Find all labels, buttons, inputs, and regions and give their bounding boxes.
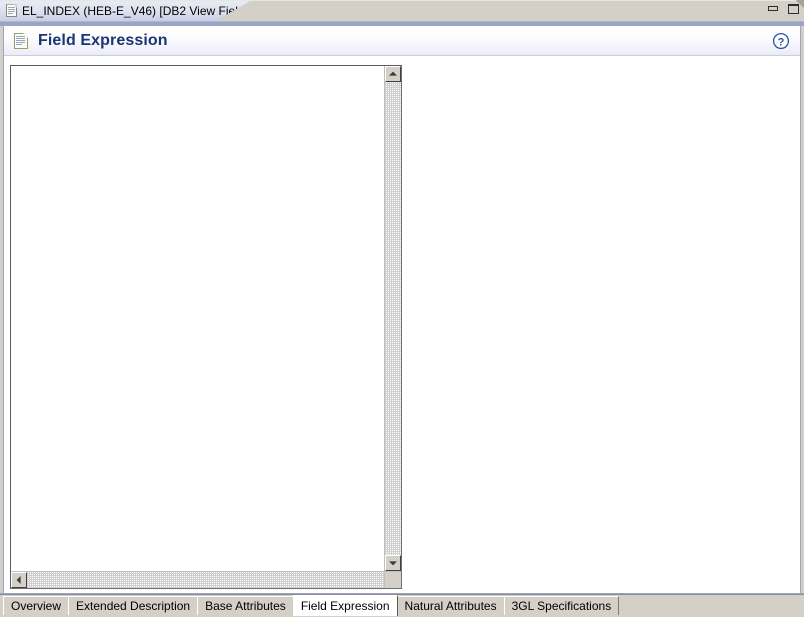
field-expression-input[interactable] xyxy=(11,66,384,571)
scroll-down-arrow-icon[interactable] xyxy=(385,555,401,571)
tab-extended-description[interactable]: Extended Description xyxy=(68,596,199,615)
tab-base-attributes[interactable]: Base Attributes xyxy=(197,596,294,615)
help-question-icon[interactable]: ? xyxy=(771,31,791,51)
page-title: Field Expression xyxy=(38,32,168,49)
scroll-left-arrow-icon[interactable] xyxy=(11,572,27,588)
horizontal-scrollbar[interactable] xyxy=(11,571,401,588)
window-corner-decoration xyxy=(796,0,804,8)
tab-label: Natural Attributes xyxy=(404,599,497,613)
tab-label: Extended Description xyxy=(76,599,191,613)
tab-label: Base Attributes xyxy=(205,599,286,613)
tab-overview[interactable]: Overview xyxy=(3,596,70,615)
minimize-button[interactable] xyxy=(767,3,780,15)
editor-tab-strip: EL_INDEX (HEB-E_V46) [DB2 View Field] xyxy=(0,0,804,21)
tab-label: 3GL Specifications xyxy=(511,599,612,613)
scrollbar-corner xyxy=(384,571,401,588)
form-header: Field Expression ? xyxy=(4,26,800,56)
field-expression-editor[interactable] xyxy=(10,65,402,589)
editor-window: EL_INDEX (HEB-E_V46) [DB2 View Field] Fi… xyxy=(0,0,804,617)
tab-label: Overview xyxy=(11,599,62,613)
tab-label: Field Expression xyxy=(300,599,390,613)
document-icon xyxy=(6,4,18,18)
document-icon xyxy=(14,32,29,50)
tab-natural-attributes[interactable]: Natural Attributes xyxy=(396,596,505,615)
editor-tab-el-index[interactable]: EL_INDEX (HEB-E_V46) [DB2 View Field] xyxy=(0,1,249,21)
scroll-up-arrow-icon[interactable] xyxy=(385,66,401,82)
tab-field-expression[interactable]: Field Expression xyxy=(292,595,398,616)
horizontal-scrollbar-track[interactable] xyxy=(27,572,385,588)
editor-tab-label: EL_INDEX (HEB-E_V46) [DB2 View Field] xyxy=(22,4,248,18)
svg-text:?: ? xyxy=(778,36,785,48)
vertical-scrollbar[interactable] xyxy=(384,66,401,571)
tab-3gl-specifications[interactable]: 3GL Specifications xyxy=(503,596,620,615)
vertical-scrollbar-track[interactable] xyxy=(385,82,401,555)
form-body: Field Expression ? xyxy=(3,26,801,594)
form-header-rule xyxy=(4,55,800,56)
page-tab-list: Overview Extended Description Base Attri… xyxy=(3,595,620,617)
page-tab-bar: Overview Extended Description Base Attri… xyxy=(0,594,804,617)
